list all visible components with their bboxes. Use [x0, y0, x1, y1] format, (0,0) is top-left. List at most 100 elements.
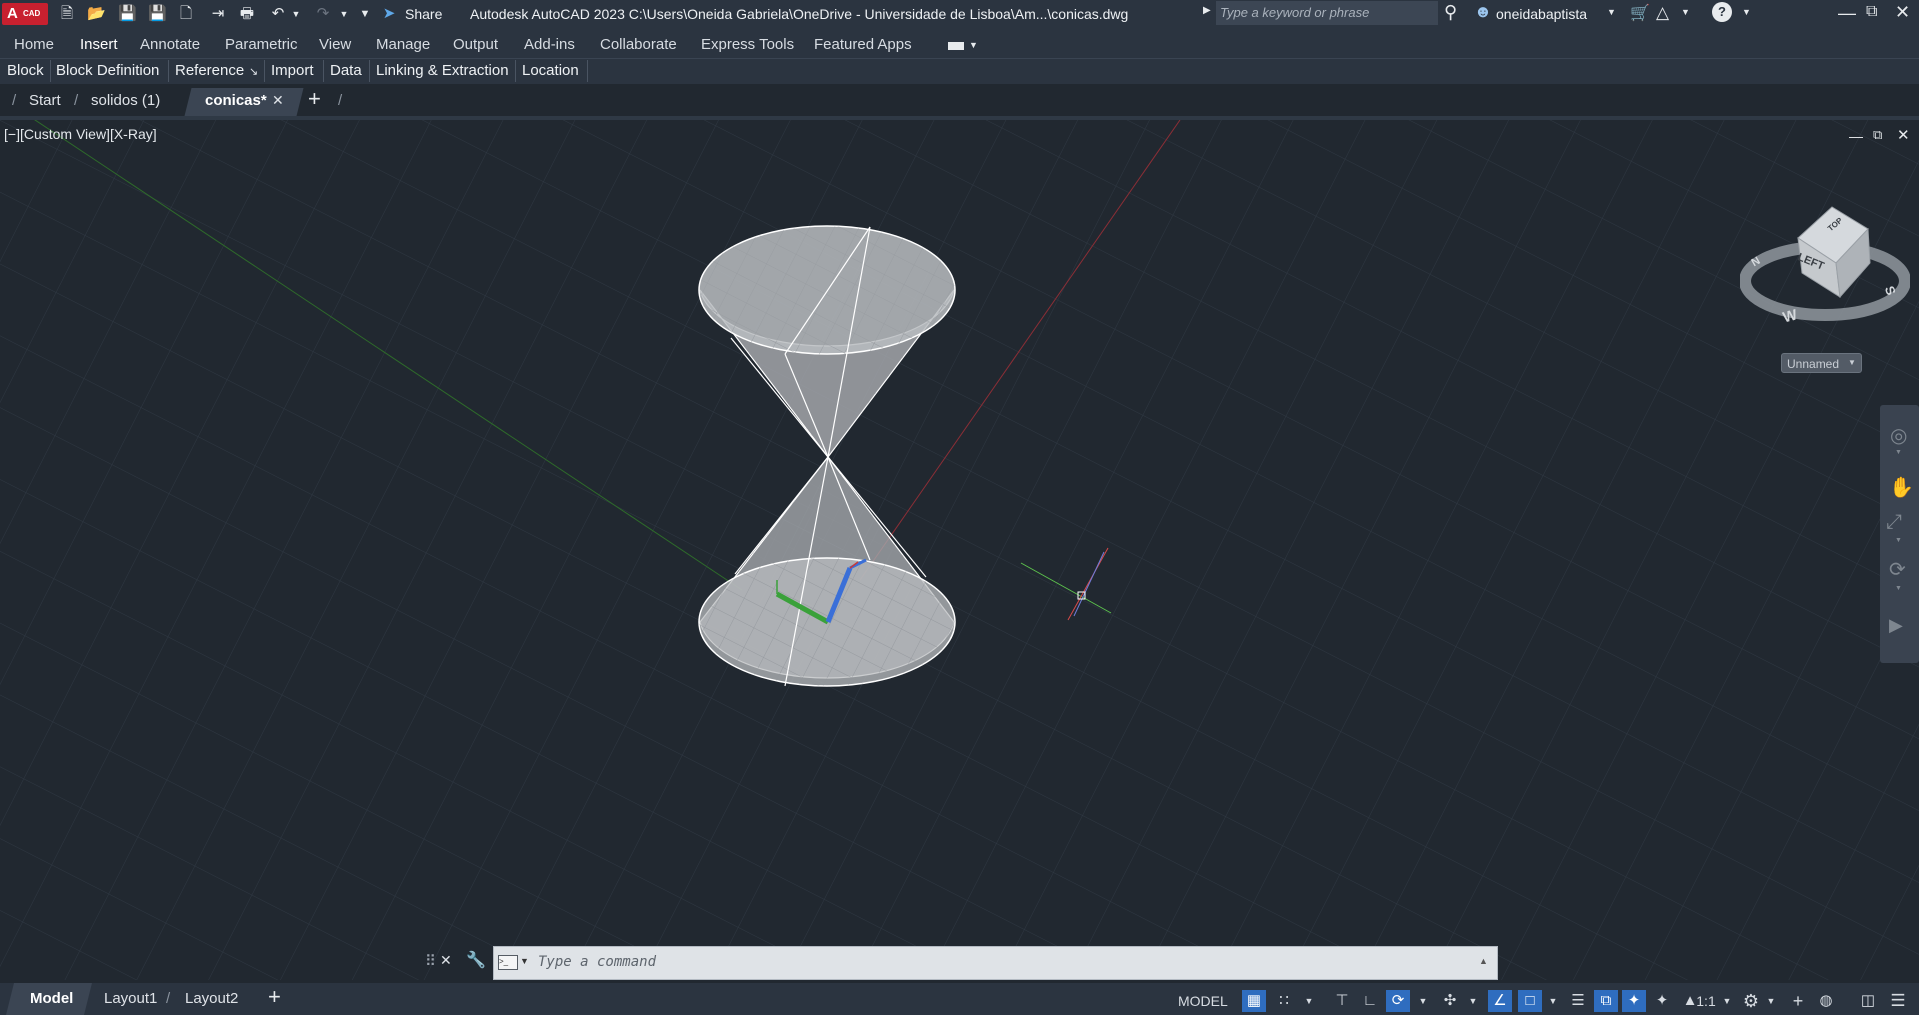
- recent-commands-dropdown-icon[interactable]: ▼: [520, 956, 529, 966]
- tab-manage[interactable]: Manage: [376, 36, 430, 53]
- file-tab-solidos[interactable]: solidos (1): [91, 92, 160, 109]
- annotation-scale-value[interactable]: 1:1: [1694, 990, 1718, 1012]
- osnap-dropdown-icon[interactable]: ▼: [1546, 990, 1560, 1012]
- zoom-extents-icon[interactable]: ⤢: [1886, 511, 1902, 534]
- app-logo-button[interactable]: A CAD: [2, 3, 48, 25]
- share-icon[interactable]: ➤: [380, 5, 398, 23]
- command-prompt-icon[interactable]: >_: [498, 955, 518, 970]
- viewport-close-icon[interactable]: ✕: [1897, 126, 1910, 144]
- annotation-monitor-icon[interactable]: +: [1786, 990, 1810, 1012]
- ribbon-options-dropdown-icon[interactable]: ▼: [969, 40, 978, 50]
- annotation-visibility-icon[interactable]: ✦: [1622, 990, 1646, 1012]
- undo-icon[interactable]: ↶: [269, 5, 287, 23]
- tab-parametric[interactable]: Parametric: [225, 36, 298, 53]
- username-label[interactable]: oneidabaptista: [1496, 6, 1587, 22]
- autodesk-app-icon[interactable]: △: [1656, 3, 1669, 23]
- fullscreen-icon[interactable]: ◫: [1856, 990, 1880, 1012]
- isolate-objects-icon[interactable]: ◍: [1814, 990, 1838, 1012]
- minimize-icon[interactable]: —: [1838, 3, 1856, 24]
- redo-icon[interactable]: ↷: [314, 5, 332, 23]
- search-expand-icon[interactable]: ▶: [1203, 5, 1211, 16]
- panel-import[interactable]: Import: [271, 62, 314, 79]
- new-layout-icon[interactable]: +: [268, 984, 281, 1010]
- close-tab-icon[interactable]: ✕: [272, 92, 284, 109]
- steering-wheel-icon[interactable]: ◎: [1890, 423, 1907, 448]
- panel-reference[interactable]: Reference: [175, 62, 244, 79]
- model-space-drawing[interactable]: [0, 109, 1919, 980]
- customization-menu-icon[interactable]: ☰: [1886, 990, 1910, 1012]
- plot-manager-icon[interactable]: 🗋: [177, 5, 195, 23]
- restore-icon[interactable]: ⧉: [1866, 3, 1877, 21]
- command-line[interactable]: >_ ▼ Type a command ▲: [493, 946, 1498, 980]
- reference-dialog-launcher-icon[interactable]: ↘: [249, 65, 258, 78]
- new-file-icon[interactable]: 🗎: [58, 5, 76, 23]
- tab-output[interactable]: Output: [453, 36, 498, 53]
- panel-block[interactable]: Block: [7, 62, 44, 79]
- snap-dropdown-icon[interactable]: ▼: [1302, 990, 1316, 1012]
- drawing-viewport[interactable]: [0, 109, 1919, 980]
- cart-icon[interactable]: 🛒: [1630, 3, 1650, 23]
- isodraft-dropdown-icon[interactable]: ▼: [1466, 990, 1480, 1012]
- orbit-dropdown-icon[interactable]: ▼: [1895, 585, 1902, 592]
- snap-mode-icon[interactable]: ∷: [1272, 990, 1296, 1012]
- panel-block-definition[interactable]: Block Definition: [56, 62, 159, 79]
- tab-insert[interactable]: Insert: [80, 36, 118, 53]
- file-tab-conicas[interactable]: conicas*: [205, 92, 267, 109]
- viewport-minimize-icon[interactable]: —: [1849, 128, 1863, 144]
- close-command-icon[interactable]: ✕: [440, 952, 452, 969]
- ortho-mode-icon[interactable]: ∟: [1358, 990, 1382, 1012]
- polar-dropdown-icon[interactable]: ▼: [1416, 990, 1430, 1012]
- save-as-icon[interactable]: 💾: [148, 5, 167, 23]
- help-icon[interactable]: ?: [1712, 2, 1732, 22]
- command-grip-icon[interactable]: ⠿: [425, 952, 436, 970]
- tab-featured-apps[interactable]: Featured Apps: [814, 36, 912, 53]
- new-tab-icon[interactable]: +: [308, 86, 321, 112]
- viewport-restore-icon[interactable]: ⧉: [1873, 127, 1882, 143]
- object-snap-icon[interactable]: □: [1518, 990, 1542, 1012]
- customize-wrench-icon[interactable]: 🔧: [466, 950, 486, 970]
- file-tabs-menu-icon[interactable]: /: [12, 92, 16, 109]
- save-icon[interactable]: 💾: [118, 5, 137, 23]
- auto-scale-icon[interactable]: ✦: [1650, 990, 1674, 1012]
- grid-display-icon[interactable]: ▦: [1242, 990, 1266, 1012]
- customize-toolbar-icon[interactable]: ▼: [356, 5, 374, 23]
- infer-constraints-icon[interactable]: ⊤: [1330, 990, 1354, 1012]
- ucs-dropdown-icon[interactable]: ▼: [1848, 358, 1856, 367]
- import-icon[interactable]: ⇥: [209, 5, 227, 23]
- tab-annotate[interactable]: Annotate: [140, 36, 200, 53]
- isometric-drafting-icon[interactable]: ✣: [1438, 990, 1462, 1012]
- layout-tab-layout2[interactable]: Layout2: [185, 990, 238, 1007]
- layout-tab-layout1[interactable]: Layout1: [104, 990, 157, 1007]
- share-button[interactable]: Share: [405, 6, 442, 22]
- polar-tracking-icon[interactable]: ⟳: [1386, 990, 1410, 1012]
- open-folder-icon[interactable]: 📂: [87, 5, 106, 23]
- apps-dropdown-icon[interactable]: ▼: [1681, 7, 1690, 17]
- command-input[interactable]: Type a command: [538, 954, 656, 970]
- command-history-icon[interactable]: ▲: [1479, 956, 1488, 966]
- layout-tab-model[interactable]: Model: [30, 990, 73, 1007]
- close-icon[interactable]: ✕: [1895, 2, 1910, 23]
- tab-home[interactable]: Home: [14, 36, 54, 53]
- panel-data[interactable]: Data: [330, 62, 362, 79]
- undo-dropdown-icon[interactable]: ▼: [287, 5, 305, 23]
- object-snap-tracking-icon[interactable]: ∠: [1488, 990, 1512, 1012]
- redo-dropdown-icon[interactable]: ▼: [335, 5, 353, 23]
- tab-view[interactable]: View: [319, 36, 351, 53]
- model-space-button[interactable]: MODEL: [1178, 990, 1228, 1012]
- viewport-controls-label[interactable]: [−][Custom View][X-Ray]: [4, 126, 157, 142]
- workspace-settings-icon[interactable]: ⚙: [1739, 990, 1763, 1012]
- ribbon-minimize-icon[interactable]: [948, 42, 964, 50]
- search-icon[interactable]: ⚲: [1444, 2, 1457, 23]
- pan-icon[interactable]: ✋: [1889, 475, 1914, 500]
- transparency-icon[interactable]: ⧉: [1594, 990, 1618, 1012]
- scale-dropdown-icon[interactable]: ▼: [1720, 990, 1734, 1012]
- help-search-input[interactable]: Type a keyword or phrase: [1216, 1, 1438, 25]
- tab-collaborate[interactable]: Collaborate: [600, 36, 677, 53]
- panel-location[interactable]: Location: [522, 62, 579, 79]
- steering-wheel-dropdown-icon[interactable]: ▼: [1895, 449, 1902, 456]
- lineweight-icon[interactable]: ☰: [1566, 990, 1590, 1012]
- user-dropdown-icon[interactable]: ▼: [1607, 7, 1616, 17]
- orbit-icon[interactable]: ⟳: [1889, 557, 1906, 582]
- user-icon[interactable]: ☻: [1474, 2, 1492, 22]
- help-dropdown-icon[interactable]: ▼: [1742, 7, 1751, 17]
